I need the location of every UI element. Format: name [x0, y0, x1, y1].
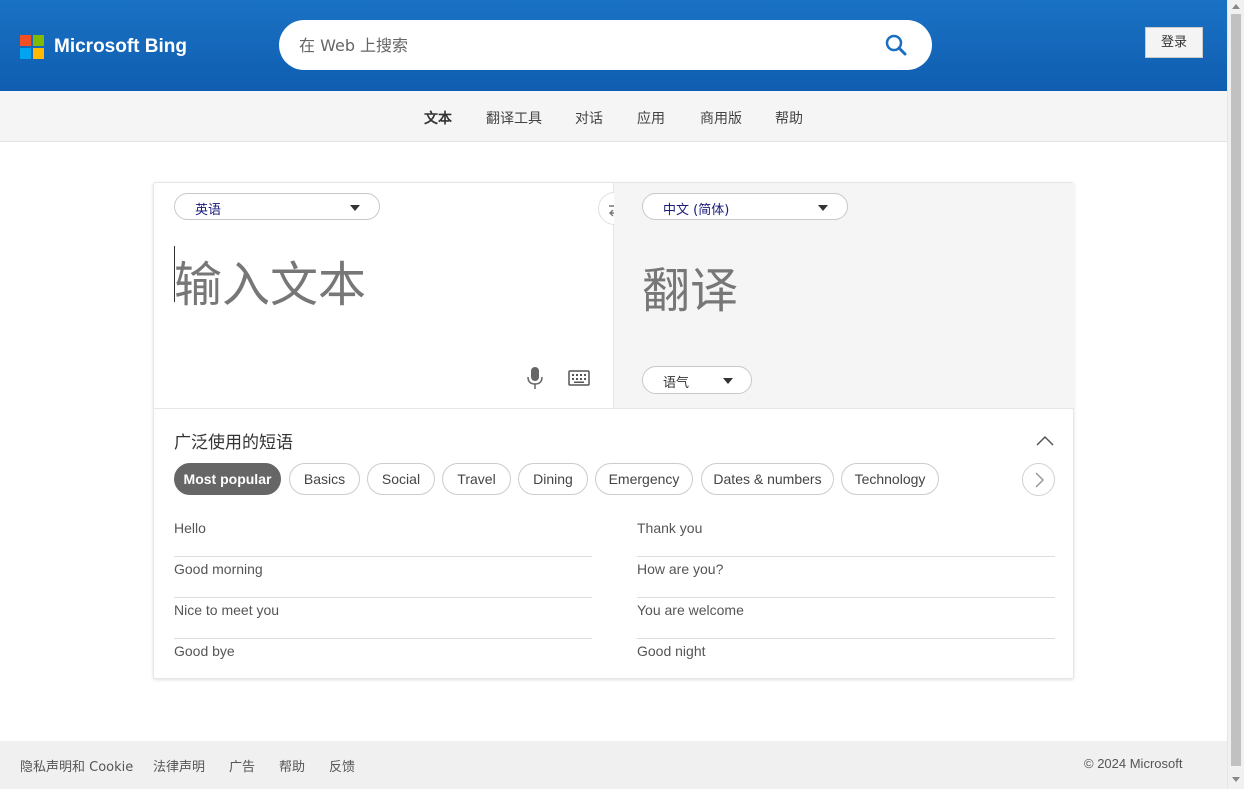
tab-translator-tools[interactable]: 翻译工具 — [486, 108, 542, 128]
phrase-text: Good night — [637, 643, 706, 659]
target-pane: 中文 (简体) 翻译 语气 — [614, 183, 1074, 409]
copyright: © 2024 Microsoft — [1084, 756, 1183, 771]
chip-dining[interactable]: Dining — [518, 463, 588, 495]
tab-text[interactable]: 文本 — [424, 108, 452, 128]
chip-most-popular[interactable]: Most popular — [174, 463, 281, 495]
chip-dates-numbers[interactable]: Dates & numbers — [701, 463, 834, 495]
login-button[interactable]: 登录 — [1145, 27, 1203, 58]
chip-emergency[interactable]: Emergency — [595, 463, 693, 495]
scroll-up-arrow-icon[interactable] — [1232, 4, 1240, 9]
search-icon — [885, 34, 907, 56]
chevron-down-icon — [723, 378, 733, 384]
chevron-down-icon — [350, 205, 360, 211]
phrase-text: Good bye — [174, 643, 235, 659]
phrase-text: Good morning — [174, 561, 263, 577]
phrase-text: Hello — [174, 520, 206, 536]
text-cursor — [174, 246, 175, 302]
search-input[interactable] — [299, 33, 859, 57]
target-language-select[interactable]: 中文 (简体) — [642, 193, 848, 220]
footer-link-ads[interactable]: 广告 — [229, 756, 255, 775]
logo-square-red — [20, 35, 31, 46]
microsoft-logo-icon — [20, 35, 44, 59]
microphone-icon — [527, 367, 543, 389]
footer-link-legal[interactable]: 法律声明 — [153, 756, 205, 775]
tab-help[interactable]: 帮助 — [775, 108, 803, 128]
phrase-text: Thank you — [637, 520, 703, 536]
phrase-text: Nice to meet you — [174, 602, 280, 618]
search-button[interactable] — [879, 30, 913, 60]
source-language-label: 英语 — [195, 203, 222, 218]
source-language-select[interactable]: 英语 — [174, 193, 380, 220]
phrases-title: 广泛使用的短语 — [174, 433, 293, 453]
phrase-item[interactable]: Good morning — [174, 557, 592, 598]
phrase-item[interactable]: How are you? — [637, 557, 1055, 598]
phrase-item[interactable]: You are welcome — [637, 598, 1055, 639]
bing-logo[interactable]: Microsoft Bing — [20, 35, 187, 59]
tab-apps[interactable]: 应用 — [637, 108, 665, 128]
logo-square-green — [33, 35, 44, 46]
search-box — [279, 20, 932, 70]
footer-link-privacy[interactable]: 隐私声明和 Cookie — [20, 756, 133, 775]
source-text-input[interactable] — [174, 245, 594, 345]
phrase-text: How are you? — [637, 561, 724, 577]
footer-link-feedback[interactable]: 反馈 — [329, 756, 355, 775]
microphone-button[interactable] — [524, 366, 546, 390]
tone-select[interactable]: 语气 — [642, 366, 752, 394]
brand-name: Microsoft Bing — [54, 36, 187, 57]
chevron-right-icon — [1035, 472, 1045, 488]
chip-basics[interactable]: Basics — [289, 463, 360, 495]
logo-square-yellow — [33, 48, 44, 59]
translator-card: 英语 输入文本 中文 (简体) 翻译 语气 广泛使用的短语 Most popul… — [153, 182, 1074, 679]
scrollbar-thumb[interactable] — [1231, 14, 1241, 766]
chevron-down-icon — [818, 205, 828, 211]
next-categories-button[interactable] — [1022, 463, 1055, 496]
scroll-down-arrow-icon[interactable] — [1232, 777, 1240, 782]
header: Microsoft Bing 登录 — [0, 0, 1227, 91]
translation-output: 翻译 — [642, 263, 739, 319]
phrase-item[interactable]: Good bye — [174, 639, 592, 680]
nav-bar: 文本 翻译工具 对话 应用 商用版 帮助 — [0, 91, 1227, 142]
chevron-up-icon — [1036, 435, 1054, 446]
footer: 隐私声明和 Cookie 法律声明 广告 帮助 反馈 © 2024 Micros… — [0, 741, 1227, 789]
footer-link-help[interactable]: 帮助 — [279, 756, 305, 775]
tone-label: 语气 — [663, 376, 690, 391]
keyboard-icon — [568, 370, 590, 386]
logo-square-blue — [20, 48, 31, 59]
phrase-text: You are welcome — [637, 602, 744, 618]
tab-conversation[interactable]: 对话 — [575, 108, 603, 128]
chip-technology[interactable]: Technology — [841, 463, 939, 495]
phrase-item[interactable]: Hello — [174, 516, 592, 557]
keyboard-button[interactable] — [568, 369, 590, 387]
phrase-item[interactable]: Good night — [637, 639, 1055, 680]
phrase-item[interactable]: Thank you — [637, 516, 1055, 557]
source-pane: 英语 — [154, 183, 614, 409]
chip-travel[interactable]: Travel — [442, 463, 511, 495]
collapse-button[interactable] — [1036, 433, 1054, 446]
phrase-item[interactable]: Nice to meet you — [174, 598, 592, 639]
tab-business[interactable]: 商用版 — [700, 108, 742, 128]
scrollbar[interactable] — [1227, 0, 1244, 789]
chip-social[interactable]: Social — [367, 463, 435, 495]
target-language-label: 中文 (简体) — [663, 203, 730, 218]
